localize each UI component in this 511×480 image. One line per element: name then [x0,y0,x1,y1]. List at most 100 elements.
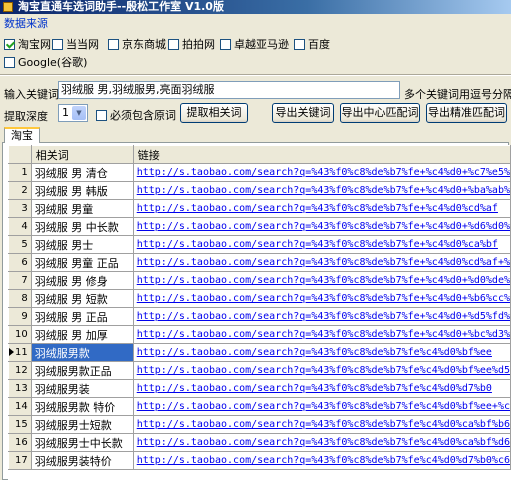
table-row[interactable]: 7 羽绒服 男 修身 http://s.taobao.com/search?q=%4… [8,271,511,290]
link-cell[interactable]: http://s.taobao.com/search?q=%43%f0%c8%d… [133,451,511,470]
export-center-match-button[interactable]: 导出中心匹配词 [340,103,420,123]
checkbox-jingdong[interactable]: 京东商城 [108,36,166,52]
keyword-cell[interactable]: 羽绒服男士中长款 [31,433,134,452]
keyword-cell[interactable]: 羽绒服 男 中长款 [31,217,134,236]
keyword-cell[interactable]: 羽绒服男装 [31,379,134,398]
link-cell[interactable]: http://s.taobao.com/search?q=%43%f0%c8%d… [133,289,511,308]
tab-taobao[interactable]: 淘宝 [4,127,40,143]
row-number[interactable]: 2 [8,181,32,200]
depth-select[interactable]: 1 ▼ [58,104,88,122]
row-number[interactable]: 16 [8,433,32,452]
column-header-keyword[interactable]: 相关词 [30,145,134,164]
column-header-link[interactable]: 链接 [132,145,511,164]
keyword-cell[interactable]: 羽绒服 男 短款 [31,289,134,308]
row-number[interactable]: 15 [8,415,32,434]
link-cell[interactable]: http://s.taobao.com/search?q=%43%f0%c8%d… [133,181,511,200]
checkbox-box[interactable] [220,38,231,50]
checkbox-box[interactable] [4,56,15,68]
keyword-cell[interactable]: 羽绒服 男 加厚 [31,325,134,344]
link-cell[interactable]: http://s.taobao.com/search?q=%43%f0%c8%d… [133,217,511,236]
table-row[interactable]: 8 羽绒服 男 短款 http://s.taobao.com/search?q=%4… [8,289,511,308]
link-cell[interactable]: http://s.taobao.com/search?q=%43%f0%c8%d… [133,235,511,254]
chevron-down-icon[interactable]: ▼ [72,106,86,120]
row-number[interactable]: 12 [8,361,32,380]
checkbox-box[interactable] [294,38,305,50]
keyword-input[interactable]: 羽绒服 男,羽绒服男,亮面羽绒服 [58,81,400,99]
checkbox-paipai[interactable]: 拍拍网 [168,36,215,52]
table-row[interactable]: 13 羽绒服男装 http://s.taobao.com/search?q=%43%… [8,379,511,398]
keyword-cell[interactable]: 羽绒服男款 特价 [31,397,134,416]
table-row[interactable]: 17 羽绒服男装特价 http://s.taobao.com/search?q=%4… [8,451,511,470]
checkbox-box[interactable] [108,38,119,50]
link-cell[interactable]: http://s.taobao.com/search?q=%43%f0%c8%d… [133,361,511,380]
keyword-cell[interactable]: 羽绒服 男童 正品 [31,253,134,272]
checkbox-box[interactable] [4,38,15,50]
link-cell[interactable]: http://s.taobao.com/search?q=%43%f0%c8%d… [133,379,511,398]
link-cell[interactable]: http://s.taobao.com/search?q=%43%f0%c8%d… [133,163,511,182]
link-cell[interactable]: http://s.taobao.com/search?q=%43%f0%c8%d… [133,415,511,434]
checkbox-dangdang[interactable]: 当当网 [52,36,99,52]
row-number[interactable]: 10 [8,325,32,344]
keyword-cell[interactable]: 羽绒服 男 韩版 [31,181,134,200]
table-row[interactable]: 9 羽绒服 男 正品 http://s.taobao.com/search?q=%4… [8,307,511,326]
link-cell[interactable]: http://s.taobao.com/search?q=%43%f0%c8%d… [133,343,511,362]
table-row[interactable]: 10 羽绒服 男 加厚 http://s.taobao.com/search?q=%… [8,325,511,344]
keyword-cell[interactable]: 羽绒服男士短款 [31,415,134,434]
keyword-cell[interactable]: 羽绒服 男 正品 [31,307,134,326]
link-cell[interactable]: http://s.taobao.com/search?q=%43%f0%c8%d… [133,397,511,416]
results-grid[interactable]: 相关词 链接 1 羽绒服 男 清仓 http://s.taobao.com/sear… [8,145,511,480]
table-row[interactable]: 3 羽绒服 男童 http://s.taobao.com/search?q=%43%… [8,199,511,218]
row-header-corner[interactable] [8,145,32,164]
row-number[interactable]: 9 [8,307,32,326]
link-cell[interactable]: http://s.taobao.com/search?q=%43%f0%c8%d… [133,253,511,272]
table-row[interactable]: 4 羽绒服 男 中长款 http://s.taobao.com/search?q=%… [8,217,511,236]
table-row[interactable]: 12 羽绒服男款正品 http://s.taobao.com/search?q=%4… [8,361,511,380]
row-number[interactable]: 6 [8,253,32,272]
keyword-cell[interactable]: 羽绒服男款正品 [31,361,134,380]
checkbox-box[interactable] [96,109,107,121]
keyword-cell[interactable]: 羽绒服 男 清仓 [31,163,134,182]
row-number[interactable]: 11 [8,343,32,362]
title-bar[interactable]: 淘宝直通车选词助手--殷松工作室 V1.0版 [0,0,511,14]
table-row[interactable]: 6 羽绒服 男童 正品 http://s.taobao.com/search?q=%… [8,253,511,272]
must-include-checkbox[interactable]: 必须包含原词 [96,107,176,123]
checkbox-baidu[interactable]: 百度 [294,36,330,52]
checkbox-box[interactable] [168,38,179,50]
table-row[interactable]: 15 羽绒服男士短款 http://s.taobao.com/search?q=%4… [8,415,511,434]
export-keywords-button[interactable]: 导出关键词 [272,103,334,123]
current-row-arrow-icon [9,348,14,356]
table-row[interactable]: 16 羽绒服男士中长款 http://s.taobao.com/search?q=%… [8,433,511,452]
keyword-cell[interactable]: 羽绒服男款 [31,343,134,362]
checkbox-box[interactable] [52,38,63,50]
row-number[interactable]: 5 [8,235,32,254]
checkbox-amazon[interactable]: 卓越亚马逊 [220,36,289,52]
keyword-cell[interactable]: 羽绒服男装特价 [31,451,134,470]
row-number[interactable]: 3 [8,199,32,218]
link-cell[interactable]: http://s.taobao.com/search?q=%43%f0%c8%d… [133,199,511,218]
row-number[interactable]: 4 [8,217,32,236]
row-number[interactable]: 1 [8,163,32,182]
link-cell[interactable]: http://s.taobao.com/search?q=%43%f0%c8%d… [133,271,511,290]
checkbox-label: 卓越亚马逊 [234,38,289,51]
link-cell[interactable]: http://s.taobao.com/search?q=%43%f0%c8%d… [133,433,511,452]
keyword-cell[interactable]: 羽绒服 男童 [31,199,134,218]
link-cell[interactable]: http://s.taobao.com/search?q=%43%f0%c8%d… [133,307,511,326]
row-number[interactable]: 7 [8,271,32,290]
row-number[interactable]: 13 [8,379,32,398]
row-number[interactable]: 8 [8,289,32,308]
extract-button[interactable]: 提取相关词 [180,103,248,123]
table-row[interactable]: 1 羽绒服 男 清仓 http://s.taobao.com/search?q=%4… [8,163,511,182]
checkbox-taobao[interactable]: 淘宝网 [4,36,51,52]
table-row[interactable]: 11 羽绒服男款 http://s.taobao.com/search?q=%43%… [8,343,511,362]
table-row[interactable]: 2 羽绒服 男 韩版 http://s.taobao.com/search?q=%4… [8,181,511,200]
table-row[interactable]: 5 羽绒服 男士 http://s.taobao.com/search?q=%43%… [8,235,511,254]
keyword-cell[interactable]: 羽绒服 男 修身 [31,271,134,290]
checkbox-google[interactable]: Google(谷歌) [4,54,87,70]
row-number[interactable]: 17 [8,451,32,470]
row-number[interactable]: 14 [8,397,32,416]
export-exact-match-button[interactable]: 导出精准匹配词 [426,103,507,123]
window-title: 淘宝直通车选词助手--殷松工作室 V1.0版 [18,0,224,13]
keyword-cell[interactable]: 羽绒服 男士 [31,235,134,254]
table-row[interactable]: 14 羽绒服男款 特价 http://s.taobao.com/search?q=%… [8,397,511,416]
link-cell[interactable]: http://s.taobao.com/search?q=%43%f0%c8%d… [133,325,511,344]
